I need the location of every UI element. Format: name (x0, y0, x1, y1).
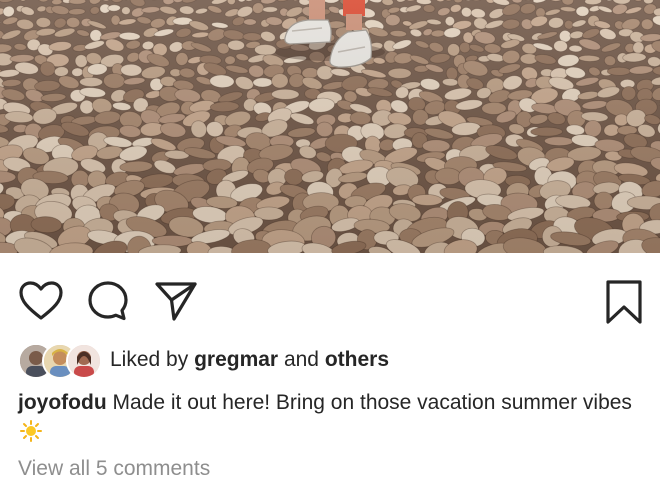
pebble-beach-photo (0, 0, 660, 253)
heart-icon[interactable] (18, 280, 64, 322)
liker-avatars[interactable] (18, 343, 102, 379)
post-photo[interactable] (0, 0, 660, 253)
liked-by-username[interactable]: gregmar (194, 348, 278, 371)
liked-by-connector: and (283, 348, 319, 371)
share-icon[interactable] (154, 280, 198, 322)
comment-icon[interactable] (86, 279, 130, 323)
liked-by-prefix: Liked by (110, 348, 189, 371)
view-all-comments-link[interactable]: View all 5 comments (18, 456, 210, 482)
likes-summary[interactable]: Liked by gregmar and others (18, 341, 638, 379)
photo-overlay (0, 0, 660, 253)
avatar[interactable] (66, 343, 102, 379)
post-caption: joyofodu Made it out here! Bring on thos… (18, 388, 638, 448)
caption-text: Made it out here! Bring on those vacatio… (112, 391, 632, 414)
post-action-bar (0, 253, 660, 338)
caption-username[interactable]: joyofodu (18, 391, 107, 414)
sun-emoji-icon (20, 420, 42, 442)
likes-text: Liked by gregmar and others (110, 348, 389, 372)
liked-by-others[interactable]: others (325, 348, 389, 371)
bookmark-icon[interactable] (604, 279, 644, 325)
